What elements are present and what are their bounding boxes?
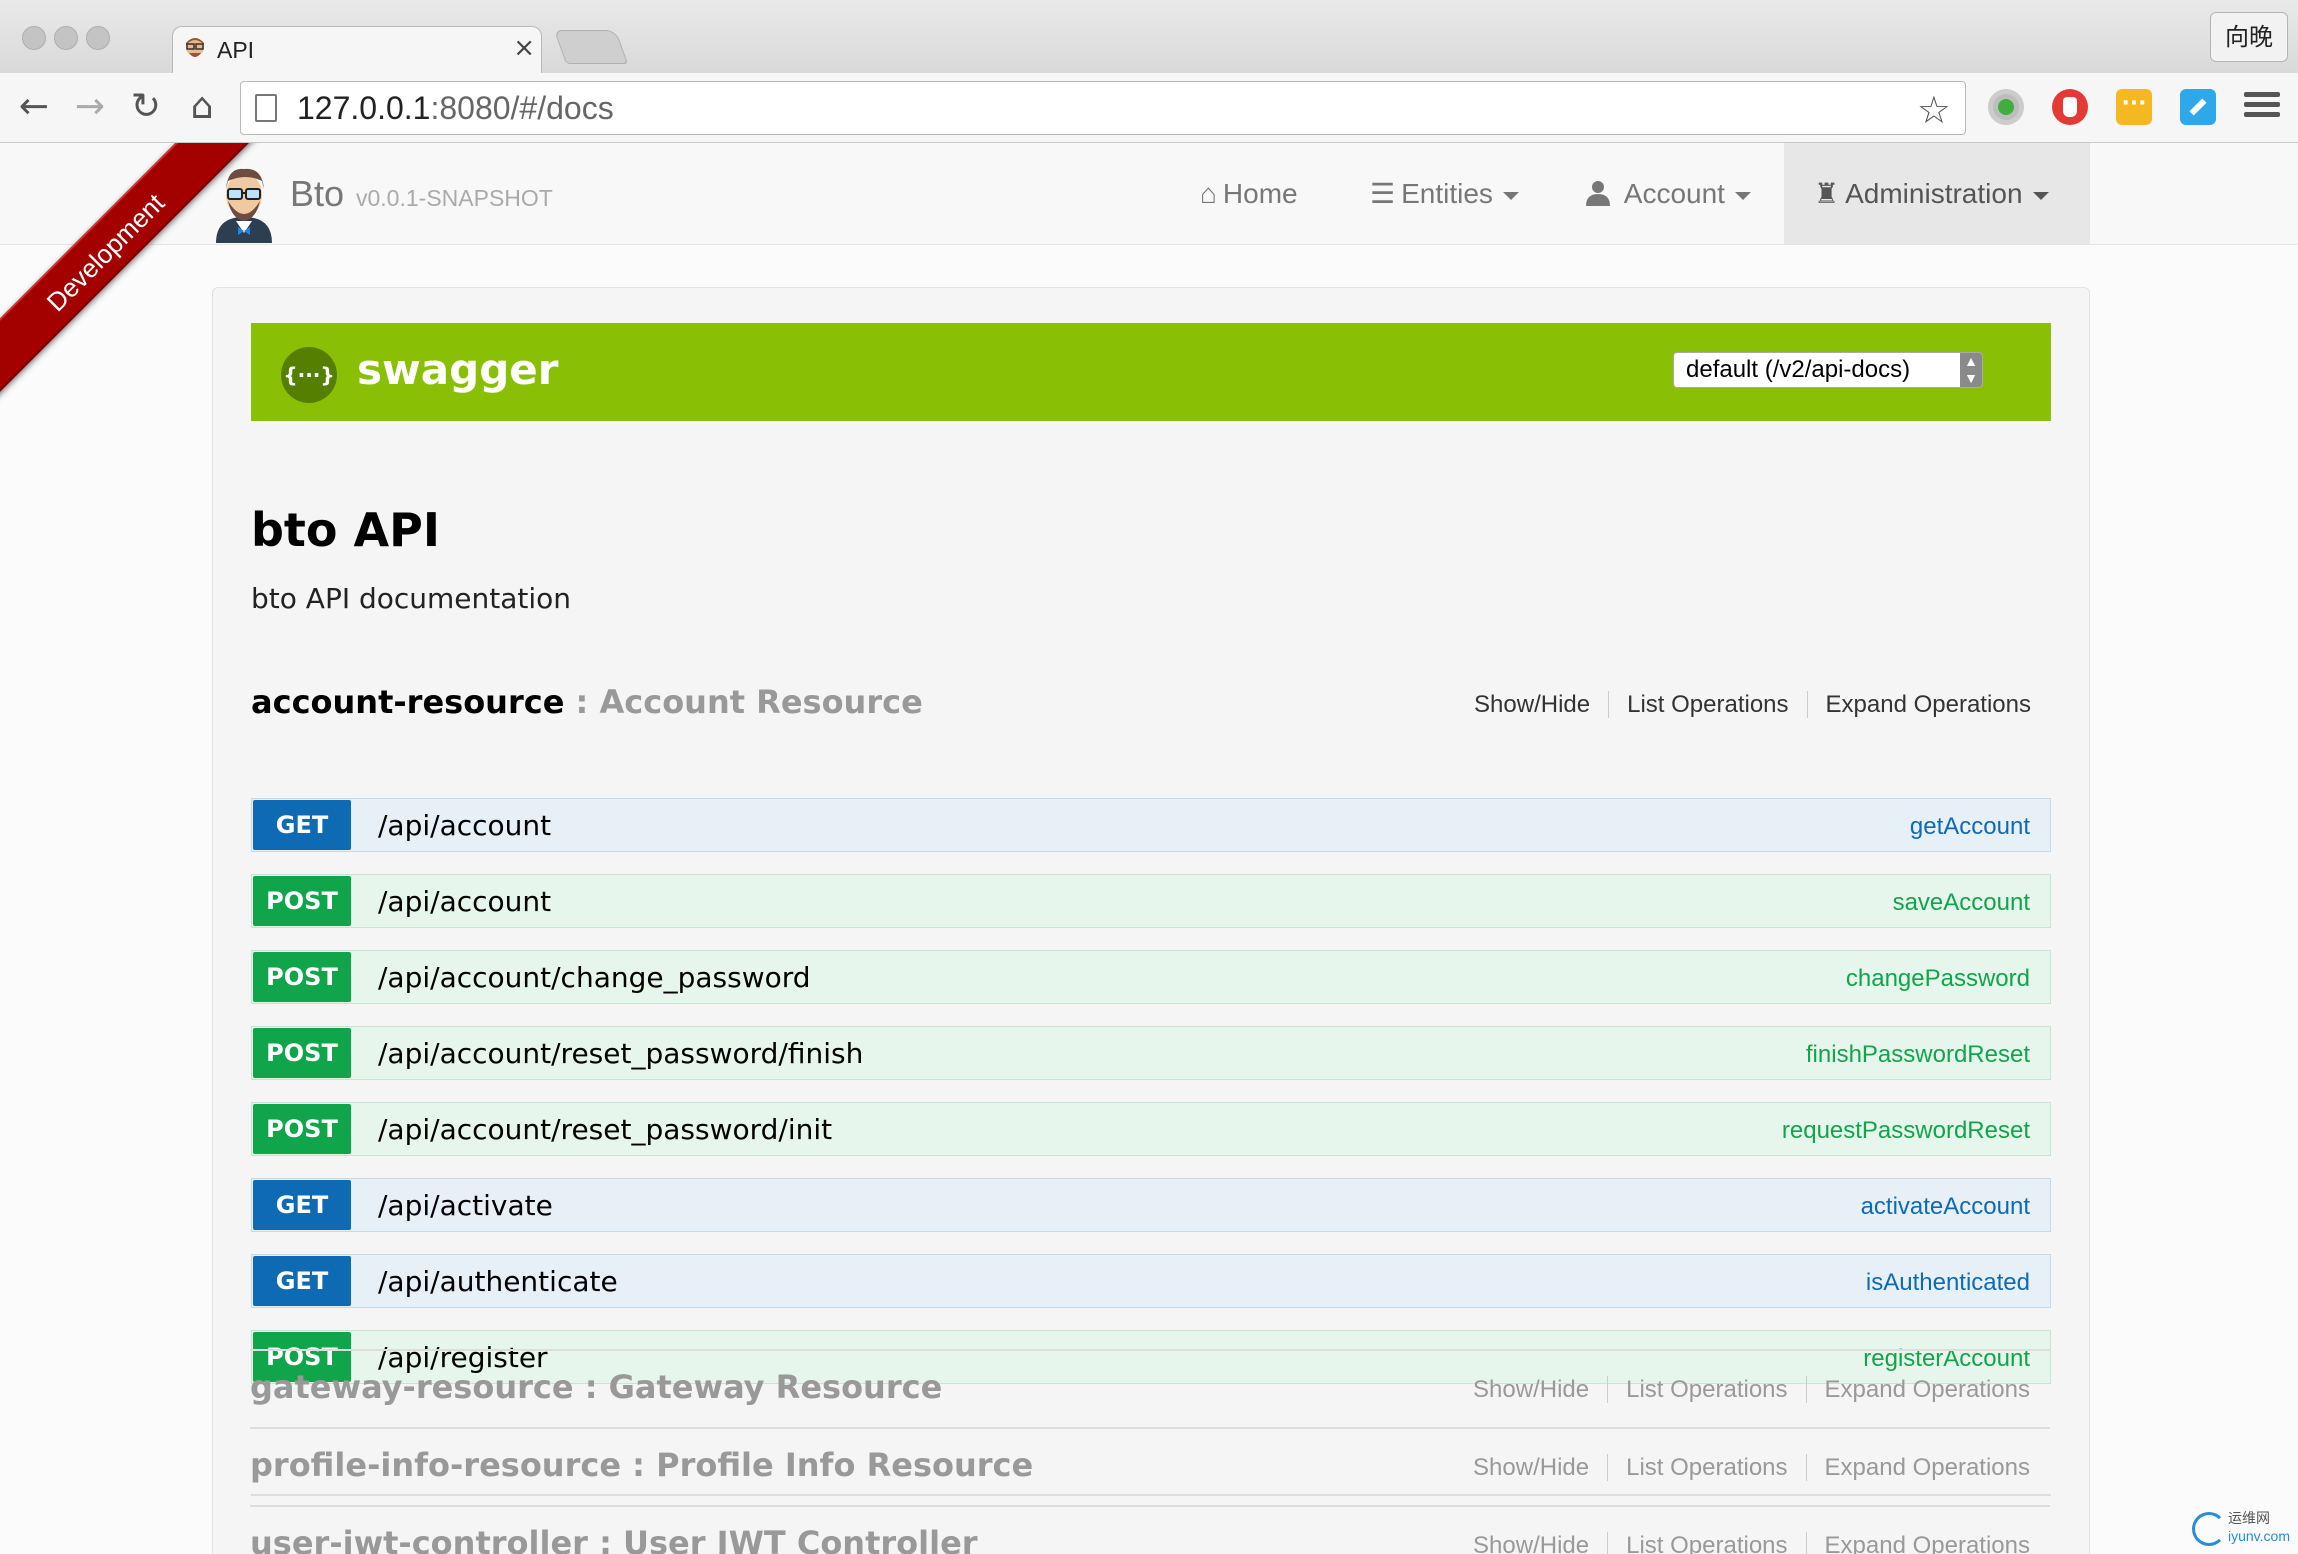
operation-nickname[interactable]: finishPasswordReset (1806, 1041, 2030, 1069)
bookmark-star-icon[interactable]: ☆ (1917, 88, 1951, 132)
url-text[interactable]: 127.0.0.1:8080/#/docs (297, 90, 614, 127)
user-icon (1586, 178, 1618, 209)
close-window-button[interactable] (22, 26, 46, 50)
caret-down-icon (1502, 191, 1519, 200)
minimize-window-button[interactable] (54, 26, 78, 50)
operation-row[interactable]: POST /api/account/reset_password/finish … (251, 1026, 2051, 1080)
forward-arrow-icon[interactable]: → (68, 85, 112, 129)
resource-heading-account: account-resource : Account Resource Show… (251, 683, 2051, 729)
extension-green-dot-icon[interactable] (1988, 89, 2024, 125)
operation-path[interactable]: /api/register (378, 1341, 548, 1374)
operation-nickname[interactable]: saveAccount (1893, 889, 2030, 917)
tab-title: API (217, 37, 255, 63)
operation-path[interactable]: /api/account (378, 809, 551, 842)
api-description: bto API documentation (251, 582, 572, 615)
select-arrows-icon: ▲ ▼ (1960, 353, 1982, 387)
list-icon: ☰ (1370, 178, 1396, 209)
browser-tab-active[interactable]: API × (172, 26, 542, 74)
url-path: :8080/#/docs (430, 90, 614, 126)
swagger-container: {···} swagger default (/v2/api-docs) ▲ ▼ … (212, 287, 2090, 1554)
operation-nickname[interactable]: getAccount (1910, 813, 2030, 841)
swagger-title[interactable]: swagger (357, 345, 558, 394)
zoom-window-button[interactable] (86, 26, 110, 50)
new-tab-button[interactable] (553, 30, 629, 64)
operation-nickname[interactable]: registerAccount (1863, 1345, 2030, 1373)
operation-row[interactable]: POST /api/register registerAccount (251, 1330, 2051, 1384)
resource-separator: : (564, 683, 600, 721)
api-title: bto API (251, 503, 440, 557)
show-hide-link[interactable]: Show/Hide (1456, 691, 1608, 718)
operation-path[interactable]: /api/authenticate (378, 1265, 618, 1298)
url-host: 127.0.0.1 (297, 90, 431, 126)
operation-row[interactable]: GET /api/account getAccount (251, 798, 2051, 852)
http-method-badge[interactable]: POST (253, 876, 351, 926)
nav-account-label: Account (1623, 178, 1725, 209)
expand-operations-link[interactable]: Expand Operations (1806, 691, 2031, 718)
resource-options: Show/Hide List Operations Expand Operation… (1456, 691, 2031, 719)
http-method-badge[interactable]: GET (253, 1180, 351, 1230)
operation-nickname[interactable]: activateAccount (1861, 1193, 2030, 1221)
address-bar[interactable]: 127.0.0.1:8080/#/docs ☆ (240, 81, 1966, 135)
page-viewport: Bto v0.0.1-SNAPSHOT ⌂ Home ☰ Entities Acco… (0, 143, 2298, 1554)
operation-row[interactable]: POST /api/account saveAccount (251, 874, 2051, 928)
caret-down-icon (2032, 191, 2049, 200)
browser-toolbar: ← → ↻ ⌂ 127.0.0.1:8080/#/docs ☆ ··· (0, 73, 2298, 143)
swagger-header: {···} swagger default (/v2/api-docs) ▲ ▼ (251, 323, 2051, 421)
tab-close-icon[interactable]: × (513, 33, 535, 63)
nav-account[interactable]: Account (1556, 143, 1781, 244)
http-method-badge[interactable]: POST (253, 1332, 351, 1382)
reload-icon[interactable]: ↻ (124, 85, 168, 129)
operation-nickname[interactable]: requestPasswordReset (1782, 1117, 2030, 1145)
list-operations-link[interactable]: List Operations (1608, 691, 1807, 718)
resource-divider (251, 1494, 2051, 1496)
profile-button[interactable]: 向晚 (2210, 12, 2288, 62)
operation-nickname[interactable]: isAuthenticated (1866, 1269, 2030, 1297)
http-method-badge[interactable]: GET (253, 1256, 351, 1306)
brand-version: v0.0.1-SNAPSHOT (356, 185, 553, 211)
page-icon (255, 94, 277, 122)
nav-entities-label: Entities (1401, 178, 1493, 209)
extension-adblock-icon[interactable] (2052, 89, 2088, 125)
nav-entities[interactable]: ☰ Entities (1340, 143, 1549, 244)
swagger-logo-icon[interactable]: {···} (281, 347, 337, 403)
extension-more-icon[interactable]: ··· (2116, 89, 2152, 125)
resource-name: account-resource (251, 683, 565, 721)
extension-pen-icon[interactable] (2180, 89, 2216, 125)
operation-path[interactable]: /api/account/change_password (378, 961, 811, 994)
browser-titlebar: API × 向晚 (0, 0, 2298, 74)
operation-row[interactable]: GET /api/authenticate isAuthenticated (251, 1254, 2051, 1308)
nav-administration[interactable]: ♜ Administration (1784, 143, 2090, 244)
app-navbar: Bto v0.0.1-SNAPSHOT ⌂ Home ☰ Entities Acco… (0, 143, 2298, 245)
http-method-badge[interactable]: GET (253, 800, 351, 850)
operation-row[interactable]: POST /api/account/change_password change… (251, 950, 2051, 1004)
home-icon: ⌂ (1200, 178, 1217, 209)
operation-row[interactable]: GET /api/activate activateAccount (251, 1178, 2051, 1232)
resource-title[interactable]: account-resource : Account Resource (251, 683, 923, 721)
http-method-badge[interactable]: POST (253, 952, 351, 1002)
brand-name[interactable]: Bto (290, 173, 344, 215)
back-arrow-icon[interactable]: ← (12, 85, 56, 129)
tower-icon: ♜ (1814, 178, 1840, 209)
operation-nickname[interactable]: changePassword (1846, 965, 2030, 993)
caret-down-icon (1734, 191, 1751, 200)
operation-path[interactable]: /api/account/reset_password/init (378, 1113, 832, 1146)
api-spec-select-value: default (/v2/api-docs) (1686, 356, 1911, 383)
http-method-badge[interactable]: POST (253, 1028, 351, 1078)
http-method-badge[interactable]: POST (253, 1104, 351, 1154)
nav-administration-label: Administration (1845, 178, 2023, 209)
nav-home-label: Home (1222, 178, 1298, 209)
operation-path[interactable]: /api/account/reset_password/finish (378, 1037, 863, 1070)
bto-favicon-icon (181, 35, 209, 63)
resource-description: Account Resource (599, 683, 923, 721)
home-icon[interactable]: ⌂ (180, 85, 224, 129)
browser-menu-icon[interactable] (2244, 87, 2280, 123)
operation-path[interactable]: /api/account (378, 885, 551, 918)
operation-path[interactable]: /api/activate (378, 1189, 553, 1222)
operation-row[interactable]: POST /api/account/reset_password/init re… (251, 1102, 2051, 1156)
api-spec-select[interactable]: default (/v2/api-docs) ▲ ▼ (1673, 352, 1983, 388)
nav-home[interactable]: ⌂ Home (1170, 143, 1328, 244)
